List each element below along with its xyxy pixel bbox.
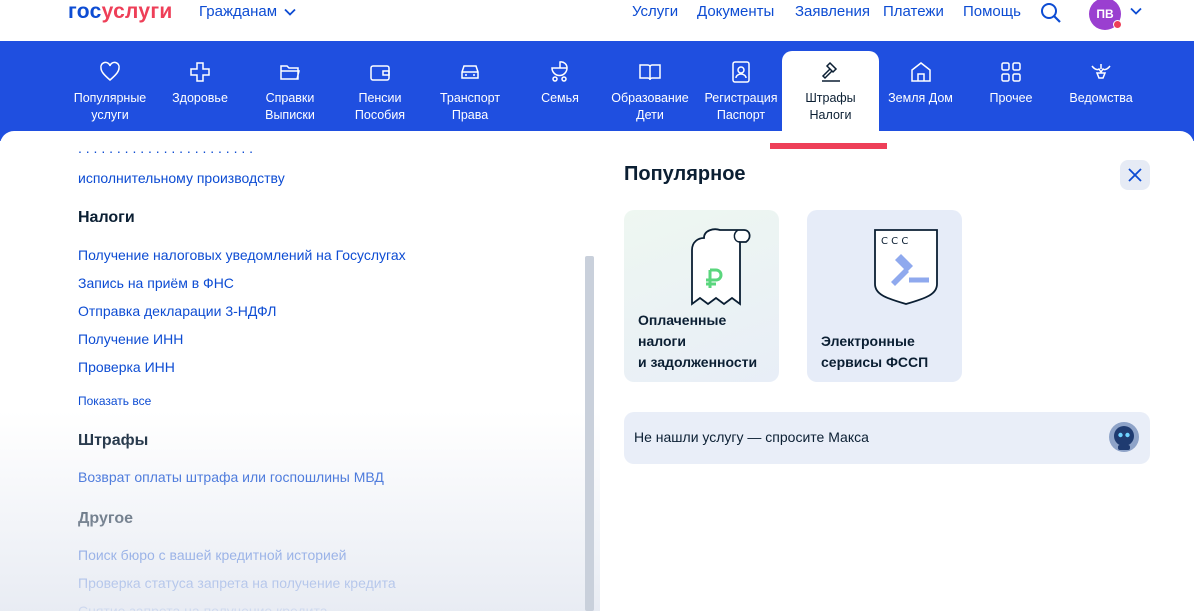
house-icon	[910, 62, 931, 82]
link-fns-appointment[interactable]: Запись на приём в ФНС	[78, 275, 234, 291]
shield-gavel-icon: С С С	[874, 229, 938, 305]
close-icon	[1128, 168, 1142, 182]
heart-icon	[100, 61, 120, 81]
nav-services[interactable]: Услуги	[632, 3, 678, 20]
book-icon	[639, 64, 661, 81]
search-icon[interactable]	[1040, 2, 1062, 24]
link-credit-ban-status[interactable]: Проверка статуса запрета на получение кр…	[78, 575, 396, 591]
link-3ndfl[interactable]: Отправка декларации 3-НДФЛ	[78, 303, 276, 319]
eagle-icon	[1091, 64, 1111, 79]
category-registration[interactable]: Регистрация Паспорт	[698, 41, 784, 133]
wallet-icon	[370, 65, 390, 81]
section-title-fines: Штрафы	[78, 432, 149, 449]
nav-applications[interactable]: Заявления	[795, 3, 870, 20]
card-fssp-services[interactable]: С С С Электронные сервисы ФССП	[807, 210, 962, 382]
chevron-down-icon[interactable]	[1130, 7, 1142, 15]
cut-off-link: . . . . . . . . . . . . . . . . . . . . …	[78, 149, 458, 157]
category-family[interactable]: Семья	[520, 41, 600, 133]
active-category-indicator	[770, 143, 887, 149]
show-all-link[interactable]: Показать все	[78, 394, 151, 408]
gosuslugi-logo[interactable]: госуслуги	[68, 0, 173, 24]
svg-text:С С С: С С С	[881, 236, 908, 247]
category-transport[interactable]: Транспорт Права	[430, 41, 510, 133]
link-tax-notices[interactable]: Получение налоговых уведомлений на Госус…	[78, 247, 406, 263]
card-paid-taxes[interactable]: Оплаченные налоги и задолженности	[624, 210, 779, 382]
category-popular[interactable]: Популярные услуги	[68, 41, 152, 133]
category-certificates[interactable]: Справки Выписки	[250, 41, 330, 133]
link-remove-credit-ban[interactable]: Снятие запрета на получение кредита	[78, 603, 328, 611]
nav-help[interactable]: Помощь	[963, 3, 1021, 20]
category-pensions[interactable]: Пенсии Пособия	[340, 41, 420, 133]
top-header: госуслуги Гражданам Услуги Документы Зая…	[0, 0, 1194, 41]
section-title-taxes: Налоги	[78, 209, 135, 226]
notification-dot	[1113, 20, 1122, 29]
link-credit-bureau[interactable]: Поиск бюро с вашей кредитной историей	[78, 547, 346, 563]
folder-icon	[280, 65, 300, 80]
category-agencies[interactable]: Ведомства	[1061, 41, 1141, 133]
audience-selector[interactable]: Гражданам	[199, 3, 296, 20]
link-check-inn[interactable]: Проверка ИНН	[78, 359, 175, 375]
category-panel: . . . . . . . . . . . . . . . . . . . . …	[0, 131, 1194, 611]
receipt-ruble-icon	[691, 228, 751, 306]
link-get-inn[interactable]: Получение ИНН	[78, 331, 183, 347]
section-title-other: Другое	[78, 510, 133, 527]
audience-label: Гражданам	[199, 3, 278, 20]
category-fines-taxes[interactable]: Штрафы Налоги	[782, 51, 879, 135]
close-button[interactable]	[1120, 160, 1150, 190]
popular-title: Популярное	[624, 163, 746, 185]
category-education[interactable]: Образование Дети	[607, 41, 693, 133]
stroller-icon	[551, 61, 568, 82]
category-land-house[interactable]: Земля Дом	[882, 41, 959, 133]
car-icon	[461, 65, 479, 79]
scrollbar[interactable]	[585, 256, 594, 611]
category-health[interactable]: Здоровье	[160, 41, 240, 133]
plus-icon	[190, 62, 210, 82]
chevron-down-icon	[284, 8, 296, 16]
robot-assistant-icon	[1109, 422, 1139, 452]
ask-max-label: Не нашли услугу — спросите Макса	[634, 429, 869, 445]
nav-payments[interactable]: Платежи	[883, 3, 944, 20]
nav-documents[interactable]: Документы	[697, 3, 774, 20]
link-refund-fine[interactable]: Возврат оплаты штрафа или госпошлины МВД	[78, 469, 384, 485]
passport-icon	[732, 61, 750, 83]
ask-max-button[interactable]: Не нашли услугу — спросите Макса	[624, 412, 1150, 464]
card-paid-taxes-label: Оплаченные налоги и задолженности	[638, 312, 758, 370]
gavel-icon	[821, 61, 840, 82]
category-bar: Популярные услуги Здоровье Справки Выписки…	[0, 41, 1194, 141]
link-enforcement[interactable]: исполнительному производству	[78, 170, 285, 186]
grid-icon	[1001, 62, 1021, 82]
category-other[interactable]: Прочее	[971, 41, 1051, 133]
card-fssp-label: Электронные сервисы ФССП	[821, 333, 929, 370]
user-avatar[interactable]: ПВ	[1089, 0, 1122, 30]
